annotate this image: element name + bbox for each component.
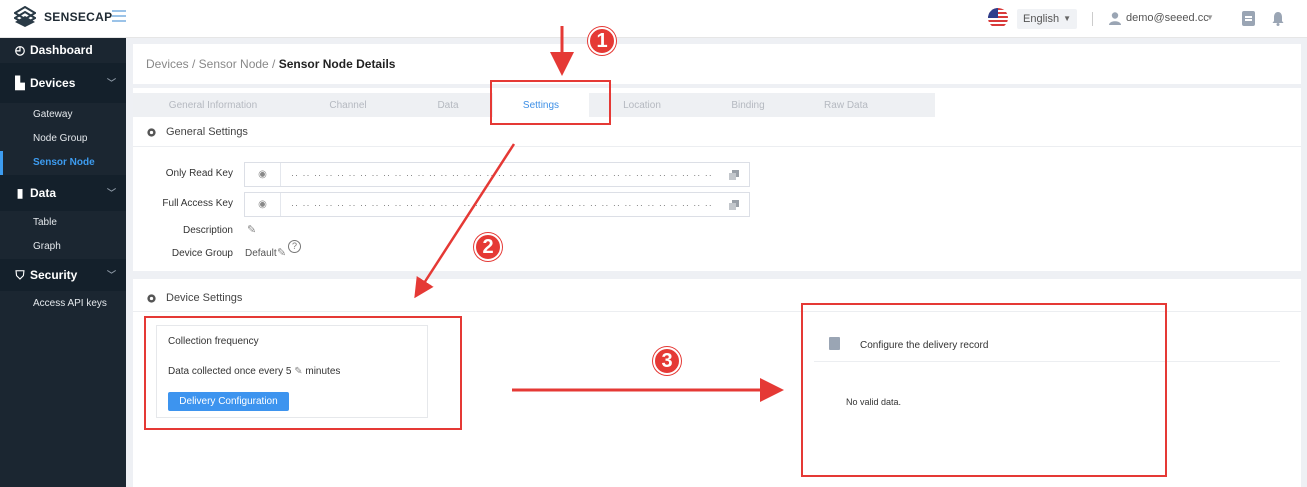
step-3-badge: 3 [653,347,681,375]
step-1-badge: 1 [588,27,616,55]
annotation-arrows [414,26,784,402]
step-2-badge: 2 [474,233,502,261]
arrow-diagonal [414,143,516,299]
